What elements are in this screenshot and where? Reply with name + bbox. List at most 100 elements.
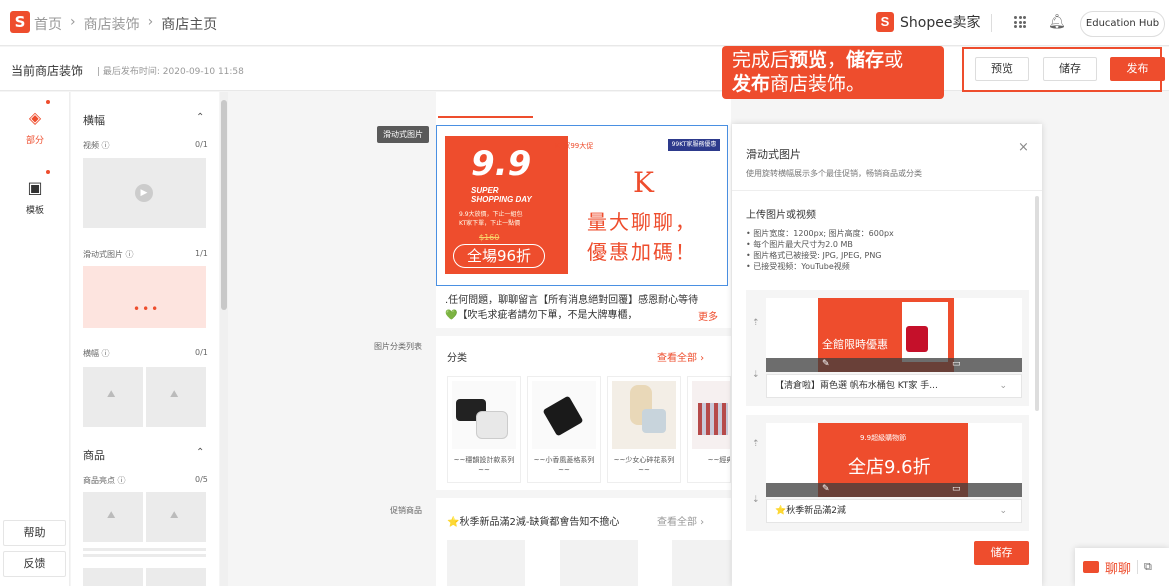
category-view-all-link[interactable]: 查看全部 › xyxy=(657,349,704,364)
product-highlight-component[interactable]: ⛰ xyxy=(146,492,206,542)
monitor-icon[interactable]: ▭ xyxy=(952,484,961,494)
image-icon: ⛰ xyxy=(107,389,116,400)
section-product-title: 商品 xyxy=(83,449,105,462)
slide-item[interactable]: ⇡ ⇣ 全館限時優惠 ✎ ▭ 【清倉啦】兩色選 帆布水桶包 KT家 手... ⌄ xyxy=(746,290,1029,406)
breadcrumb-shop-home: 商店主页 xyxy=(161,17,218,33)
drawer-title: 滑动式图片 xyxy=(746,148,801,161)
notice-line-1: .任何問題，聊聊留言【所有消息絕對回覆】感恩耐心等待 xyxy=(445,295,699,306)
shopee-seller-brand: S Shopee卖家 xyxy=(876,12,980,32)
banner-headline-1: 量大聊聊， xyxy=(587,210,697,234)
upload-title: 上传图片或视频 xyxy=(746,210,816,221)
move-down-icon[interactable]: ⇣ xyxy=(752,495,760,505)
notice-more-link[interactable]: 更多 xyxy=(698,308,718,323)
bag-image xyxy=(452,381,516,449)
crop-icon[interactable]: ✎ xyxy=(822,484,830,494)
nav-item-sections[interactable]: ◈ 部分 xyxy=(0,108,70,146)
monitor-icon[interactable]: ▭ xyxy=(952,359,961,369)
banner-original-price: $160 xyxy=(479,233,500,242)
slide-toolbar: ✎ ▭ xyxy=(766,358,1022,372)
canvas-label-promo: 促销商品 xyxy=(390,506,422,515)
save-button[interactable]: 储存 xyxy=(1043,57,1097,81)
image-icon: ⛰ xyxy=(170,510,179,521)
section-divider xyxy=(436,490,731,498)
banner-super-text: SUPER SHOPPING DAY xyxy=(471,186,532,204)
feedback-button[interactable]: 反馈 xyxy=(3,551,66,577)
slide-toolbar: ✎ ▭ xyxy=(766,483,1022,497)
brand-logo-icon: K xyxy=(633,166,654,199)
move-up-icon[interactable]: ⇡ xyxy=(752,318,760,328)
template-icon: ▣ xyxy=(27,178,43,197)
callout-bold-save: 储存 xyxy=(846,49,885,71)
crop-icon[interactable]: ✎ xyxy=(822,359,830,369)
bag-image xyxy=(532,381,596,449)
breadcrumb-shop-decoration[interactable]: 商店装饰 xyxy=(84,14,140,34)
panel-scrollbar[interactable] xyxy=(220,92,228,586)
banner-sale-text: 全場96折 xyxy=(453,244,545,268)
drawer-divider xyxy=(732,190,1042,191)
chevron-up-icon[interactable]: ⌃ xyxy=(196,447,204,458)
callout-bold-publish: 发布 xyxy=(732,73,771,95)
category-card[interactable]: ~~穩韻設計款系列~~ xyxy=(447,376,521,483)
chevron-up-icon[interactable]: ⌃ xyxy=(196,112,204,123)
nav-item-label: 模板 xyxy=(25,206,44,216)
slide-link-select[interactable]: 【清倉啦】兩色選 帆布水桶包 KT家 手... ⌄ xyxy=(766,374,1022,398)
banner-small-text: 9.9大放價，下止一組包 KT家下單，下止一點價 xyxy=(459,211,523,227)
banner-component[interactable]: ⛰ xyxy=(83,367,143,427)
notification-bell-icon[interactable]: 🔔︎ xyxy=(1048,14,1066,30)
topbar-divider xyxy=(991,14,992,32)
category-card-caption: ~~穩韻設計款系列~~ xyxy=(453,456,515,474)
banner-99-text: 9.9 xyxy=(471,144,532,184)
publish-button[interactable]: 发布 xyxy=(1110,57,1165,81)
banner-tag: KT家99大促 xyxy=(555,142,594,150)
slide-item[interactable]: ⇡ ⇣ 9.9超級購物節 全店9.6折 ✎ ▭ ⭐秋季新品滿2減 ⌄ xyxy=(746,415,1029,531)
breadcrumb-home[interactable]: 首页 xyxy=(34,14,62,34)
category-title: 分类 xyxy=(447,353,467,364)
shopee-logo-icon[interactable]: S xyxy=(10,11,30,33)
slide-image-text: 全店9.6折 xyxy=(848,457,931,478)
category-card[interactable]: ~~經典格 xyxy=(687,376,731,483)
promo-view-all-link[interactable]: 查看全部 › xyxy=(657,513,704,528)
help-button[interactable]: 帮助 xyxy=(3,520,66,546)
product-component[interactable] xyxy=(146,568,206,586)
bag-image xyxy=(692,381,730,449)
drawer-description: 使用旋转横幅展示多个最佳促销，畅销商品或分类 xyxy=(746,169,922,178)
slide-component[interactable]: ••• xyxy=(83,266,206,328)
canvas-label-slide: 滑动式图片 xyxy=(377,126,429,143)
slide-image: 9.9超級購物節 全店9.6折 ✎ ▭ xyxy=(766,423,1022,497)
move-up-icon[interactable]: ⇡ xyxy=(752,439,760,449)
preview-button[interactable]: 预览 xyxy=(975,57,1029,81)
education-hub-button[interactable]: Education Hub xyxy=(1080,11,1165,37)
breadcrumb-separator-icon: › xyxy=(70,14,76,30)
notification-dot xyxy=(46,100,50,104)
image-icon: ⛰ xyxy=(170,389,179,400)
highlight-count: 0/5 xyxy=(195,475,208,484)
apps-grid-icon[interactable] xyxy=(1014,16,1026,28)
callout-bold-preview: 预览 xyxy=(789,49,828,71)
banner-label: 横幅 ⓘ xyxy=(83,349,110,358)
callout-text: 完成后 xyxy=(732,49,790,71)
slide-link-select[interactable]: ⭐秋季新品滿2減 ⌄ xyxy=(766,499,1022,523)
slide-count: 1/1 xyxy=(195,249,208,258)
chevron-down-icon: ⌄ xyxy=(999,506,1007,516)
close-icon[interactable]: × xyxy=(1018,140,1029,155)
product-component[interactable] xyxy=(83,568,143,586)
move-down-icon[interactable]: ⇣ xyxy=(752,370,760,380)
chat-widget[interactable]: 聊聊 ⧉ xyxy=(1075,548,1169,586)
slide-banner[interactable]: 9.9 SUPER SHOPPING DAY 9.9大放價，下止一組包 KT家下單，… xyxy=(436,125,728,286)
slide-label: 滑动式图片 ⓘ xyxy=(83,250,134,259)
banner-sale-panel: 9.9 SUPER SHOPPING DAY 9.9大放價，下止一組包 KT家下單，… xyxy=(445,136,568,274)
video-label: 视频 ⓘ xyxy=(83,141,110,150)
category-card[interactable]: ~~少女心碎花系列~~ xyxy=(607,376,681,483)
nav-item-templates[interactable]: ▣ 模板 xyxy=(0,178,70,216)
requirement-item: • 已接受视频：YouTube视频 xyxy=(746,262,850,271)
category-card[interactable]: ~~小香風菱格系列~~ xyxy=(527,376,601,483)
callout-text: 商店装饰。 xyxy=(770,73,866,95)
banner-component[interactable]: ⛰ xyxy=(146,367,206,427)
drawer-scrollbar[interactable] xyxy=(1035,196,1039,411)
slide-image-subtext: 9.9超級購物節 xyxy=(860,434,907,442)
chat-list-icon[interactable]: ⧉ xyxy=(1144,560,1152,574)
left-nav: ◈ 部分 ▣ 模板 帮助 反馈 xyxy=(0,92,70,586)
drawer-save-button[interactable]: 储存 xyxy=(974,541,1029,565)
video-component[interactable]: ▶ xyxy=(83,158,206,228)
product-highlight-component[interactable]: ⛰ xyxy=(83,492,143,542)
